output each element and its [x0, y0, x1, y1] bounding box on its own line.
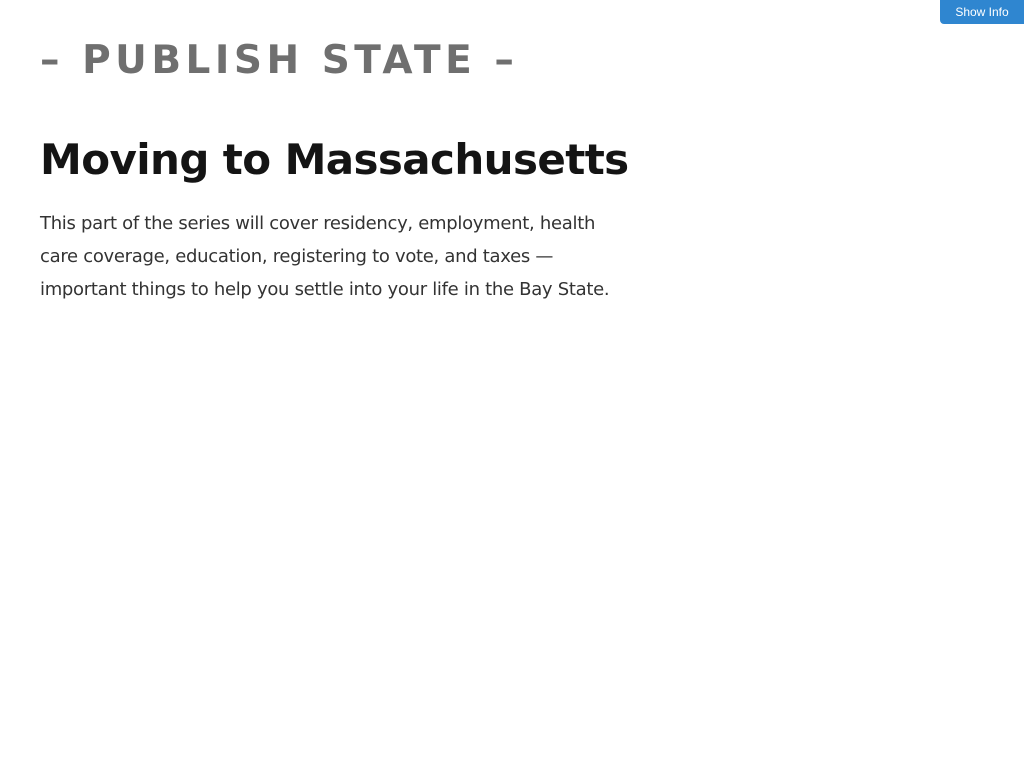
- page-title: Moving to Massachusetts: [40, 135, 629, 184]
- intro-paragraph: This part of the series will cover resid…: [40, 213, 610, 300]
- publish-state-label: – PUBLISH STATE –: [40, 38, 519, 83]
- show-info-button[interactable]: Show Info: [940, 0, 1024, 24]
